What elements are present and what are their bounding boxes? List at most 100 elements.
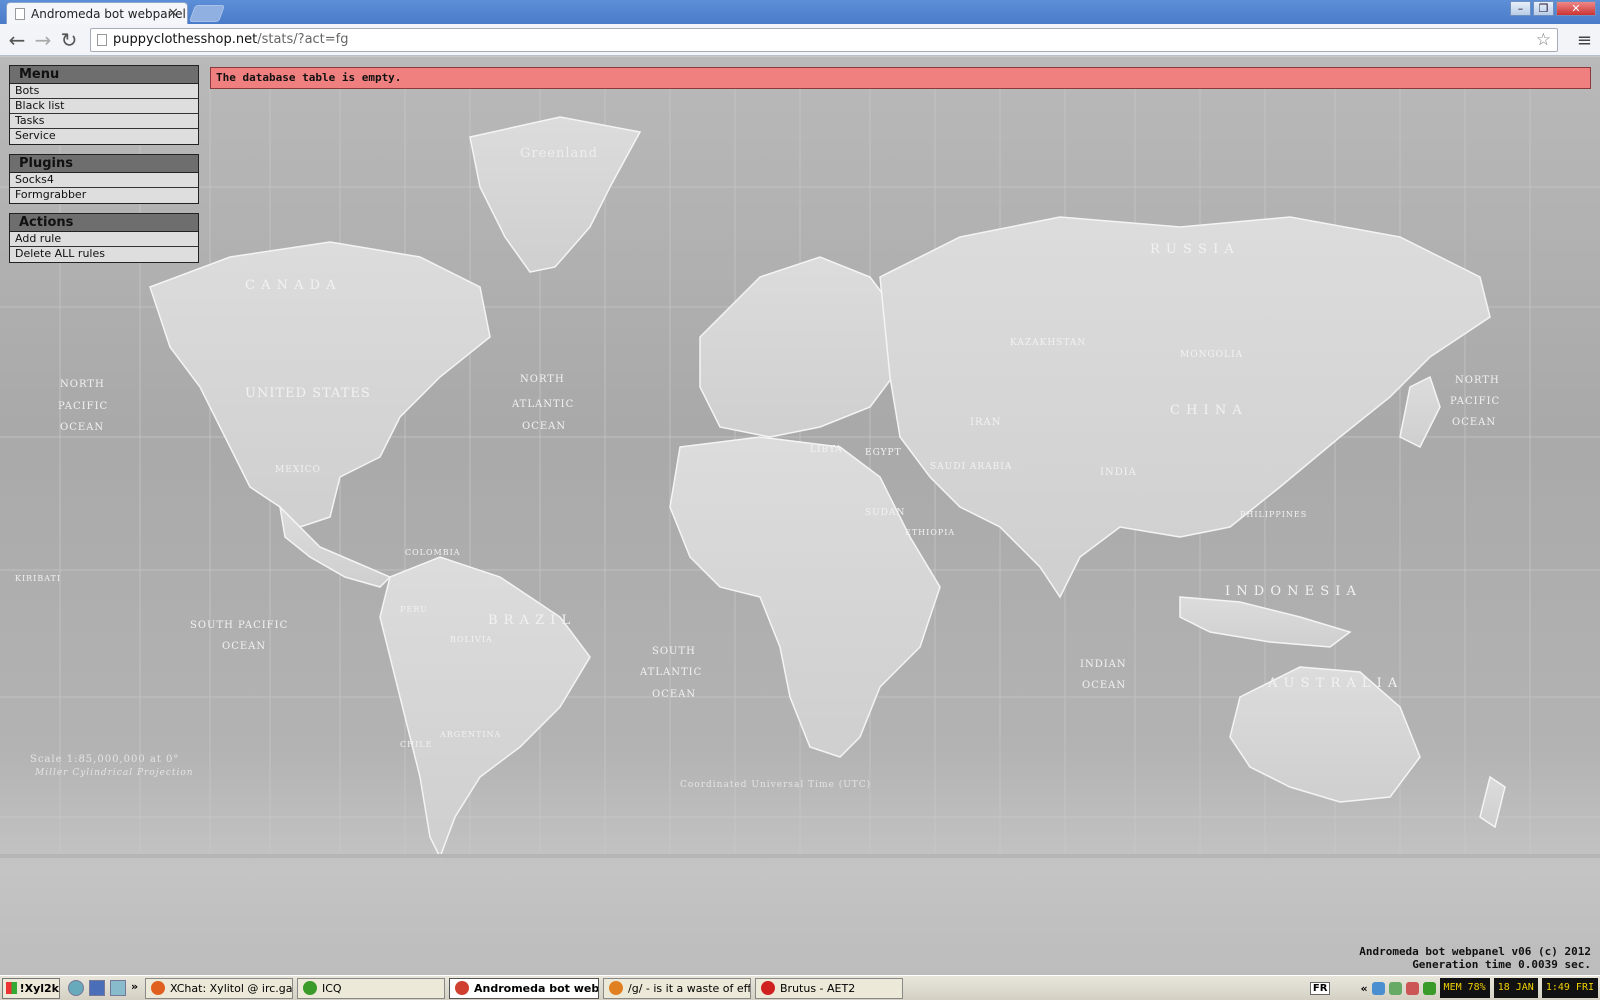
footer-generation-time: Generation time 0.0039 sec. [1412,958,1591,971]
page-icon [97,34,107,46]
map-label-kiribati: KIRIBATI [15,574,61,583]
language-indicator[interactable]: FR [1309,981,1331,995]
empty-table-alert: The database table is empty. [210,67,1591,89]
map-divider [0,854,1600,858]
map-label-north-pacific-east-1: NORTH [1455,375,1500,386]
reload-icon[interactable]: ↻ [58,29,80,51]
system-tray: FR « MEM 78% 18 JAN 1:49 FRI [1309,977,1600,999]
map-label-australia: A U S T R A L I A [1267,676,1398,691]
start-button[interactable]: !Xyl2k [2,977,60,999]
map-label-greenland: Greenland [520,146,598,161]
map-label-indonesia: I N D O N E S I A [1225,584,1357,599]
map-label-north-atlantic-1: NORTH [520,374,565,385]
map-label-north-atlantic-3: OCEAN [522,421,566,432]
maximize-button[interactable]: ❐ [1533,1,1554,16]
map-label-iran: IRAN [970,417,1001,428]
close-window-button[interactable]: ✕ [1556,1,1596,16]
back-icon[interactable]: ← [6,29,28,51]
antivirus-icon[interactable] [1405,981,1419,995]
bookmark-star-icon[interactable]: ☆ [1536,29,1551,51]
map-label-libya: LIBYA [810,445,843,455]
south-america-shape [379,556,591,859]
browser-menu-icon[interactable]: ≡ [1577,30,1592,51]
page-icon [15,7,25,20]
map-label-south-pacific-2: OCEAN [222,641,266,652]
ie-icon[interactable] [68,980,84,996]
map-label-russia: R U S S I A [1150,242,1235,257]
map-label-bolivia: BOLIVIA [450,635,493,644]
menu-item-service[interactable]: Service [10,129,198,144]
map-label-egypt: EGYPT [865,448,902,458]
xchat-icon [151,981,165,995]
map-label-indian-ocean-2: OCEAN [1082,680,1126,691]
mem-meter: MEM 78% [1439,978,1490,998]
task-brutus[interactable]: Brutus - AET2 [755,977,903,999]
map-label-south-atlantic-3: OCEAN [652,689,696,700]
actions-section: Actions Add rule Delete ALL rules [9,213,199,263]
address-bar[interactable]: puppyclothesshop.net/stats/?act=fg ☆ [90,28,1558,52]
plugin-item-formgrabber[interactable]: Formgrabber [10,188,198,203]
task-firefox-g[interactable]: /g/ - is it a waste of effo... [603,977,751,999]
windows-flag-icon [6,982,17,994]
map-label-usa: UNITED STATES [245,386,371,401]
forward-icon[interactable]: → [32,29,54,51]
firefox-icon [609,981,623,995]
footer-version: Andromeda bot webpanel v06 (c) 2012 [1359,945,1591,958]
brutus-icon [761,981,775,995]
quick-launch-more-icon[interactable]: » [131,980,141,996]
map-label-peru: PERU [400,605,428,614]
quick-launch: » [68,980,141,996]
actions-section-title: Actions [10,214,198,232]
desktop-icon[interactable] [89,980,105,996]
new-tab-button[interactable] [188,5,226,22]
tab-title: Andromeda bot webpanel [31,6,186,21]
map-label-indian-ocean-1: INDIAN [1080,659,1127,670]
africa-shape [669,436,941,758]
action-delete-all-rules[interactable]: Delete ALL rules [10,247,198,262]
page-content: Greenland C A N A D A R U S S I A UNITED… [0,57,1600,980]
minimize-button[interactable]: – [1510,1,1531,16]
tray-expand-icon[interactable]: « [1360,982,1367,995]
map-label-mongolia: MONGOLIA [1180,350,1243,360]
task-label: XChat: Xylitol @ irc.gate... [170,981,293,995]
icq-flower-icon [303,981,317,995]
map-label-south-atlantic-1: SOUTH [652,646,696,657]
action-add-rule[interactable]: Add rule [10,232,198,247]
plugins-section: Plugins Socks4 Formgrabber [9,154,199,204]
browser-tab[interactable]: Andromeda bot webpanel × [6,2,188,24]
task-label: /g/ - is it a waste of effo... [628,981,751,995]
map-label-projection: Miller Cylindrical Projection [34,768,194,778]
tab-close-icon[interactable]: × [167,5,179,21]
map-label-north-pacific-1: NORTH [60,379,105,390]
map-label-scale: Scale 1:85,000,000 at 0° [30,754,179,765]
menu-item-bots[interactable]: Bots [10,84,198,99]
map-label-south-pacific-1: SOUTH PACIFIC [190,620,288,631]
clock-date: 18 JAN [1493,978,1538,998]
plugins-section-title: Plugins [10,155,198,173]
icq-tray-icon[interactable] [1422,981,1436,995]
map-label-utc: Coordinated Universal Time (UTC) [680,779,871,790]
task-icq[interactable]: ICQ [297,977,445,999]
clock-time[interactable]: 1:49 FRI [1541,978,1598,998]
menu-item-black-list[interactable]: Black list [10,99,198,114]
menu-item-tasks[interactable]: Tasks [10,114,198,129]
task-andromeda-browser[interactable]: Andromeda bot webp... [449,977,599,999]
plugin-item-socks4[interactable]: Socks4 [10,173,198,188]
map-label-india: INDIA [1100,467,1137,478]
url-host: puppyclothesshop.net [113,32,258,47]
map-label-chile: CHILE [400,740,432,749]
map-label-kazakhstan: KAZAKHSTAN [1010,338,1086,348]
map-label-south-atlantic-2: ATLANTIC [639,667,702,678]
chrome-icon [455,981,469,995]
sidebar: Menu Bots Black list Tasks Service Plugi… [9,65,199,272]
menu-section: Menu Bots Black list Tasks Service [9,65,199,145]
android-icon[interactable] [1388,981,1402,995]
map-label-north-pacific-east-2: PACIFIC [1450,396,1500,407]
menu-section-title: Menu [10,66,198,84]
map-label-north-pacific-2: PACIFIC [58,401,108,412]
url-path: /stats/?act=fg [257,32,349,47]
map-label-canada: C A N A D A [245,278,337,293]
network-icon[interactable] [1371,981,1385,995]
task-xchat[interactable]: XChat: Xylitol @ irc.gate... [145,977,293,999]
app-shortcut-icon[interactable] [110,980,126,996]
